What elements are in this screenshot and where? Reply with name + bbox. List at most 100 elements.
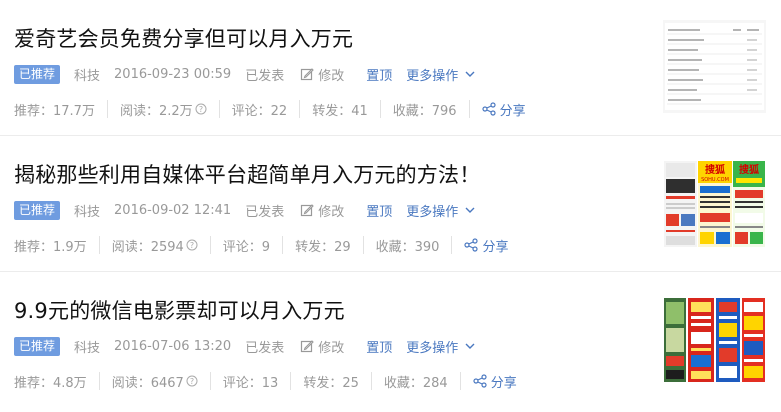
category-label: 科技 xyxy=(74,204,101,220)
article-thumbnail[interactable] xyxy=(663,20,766,113)
comment-count: 评论：13 xyxy=(222,375,279,391)
more-actions-dropdown[interactable]: 更多操作 xyxy=(406,65,475,84)
svg-text:?: ? xyxy=(190,241,194,250)
forward-count: 转发：25 xyxy=(303,375,359,391)
article-meta: 已推荐 科技 2016-07-06 13:20 已发表 修改 置顶 更多操作 xyxy=(14,336,489,356)
recommend-count: 推荐：1.9万 xyxy=(14,239,87,255)
article-stats: 推荐：1.9万 阅读：2594 ? 评论：9 转发：29 收藏：390 分享 xyxy=(14,234,508,256)
svg-text:?: ? xyxy=(199,105,203,114)
article-item: 揭秘那些利用自媒体平台超简单月入万元的方法！ 已推荐 科技 2016-09-02… xyxy=(0,136,781,272)
help-icon[interactable]: ? xyxy=(186,239,198,251)
chevron-down-icon xyxy=(465,71,475,77)
recommend-count: 推荐：17.7万 xyxy=(14,103,95,119)
article-list: 爱奇艺会员免费分享但可以月入万元 已推荐 科技 2016-09-23 00:59… xyxy=(0,0,781,408)
pin-button[interactable]: 置顶 xyxy=(366,337,392,356)
more-actions-label: 更多操作 xyxy=(406,68,459,84)
divider xyxy=(370,372,372,390)
divider xyxy=(98,372,100,390)
divider xyxy=(218,100,220,118)
share-button[interactable]: 分享 xyxy=(473,372,517,391)
sohu-logo-text: 搜狐 xyxy=(705,163,725,176)
share-label: 分享 xyxy=(482,239,509,255)
collect-count: 收藏：390 xyxy=(375,239,440,255)
more-actions-dropdown[interactable]: 更多操作 xyxy=(406,201,475,220)
more-actions-label: 更多操作 xyxy=(406,204,459,220)
read-count-wrap: 阅读：2.2万 ? xyxy=(120,100,207,119)
category-label: 科技 xyxy=(74,340,101,356)
sohu-logo-text: 搜狐 xyxy=(739,163,759,176)
article-title[interactable]: 9.9元的微信电影票却可以月入万元 xyxy=(14,295,345,325)
edit-icon xyxy=(301,68,314,81)
edit-button[interactable]: 修改 xyxy=(300,65,344,84)
chevron-down-icon xyxy=(465,207,475,213)
divider xyxy=(468,100,470,118)
recommended-badge: 已推荐 xyxy=(14,336,61,356)
read-count: 阅读：6467 xyxy=(111,375,184,391)
more-actions-dropdown[interactable]: 更多操作 xyxy=(406,337,475,356)
edit-button[interactable]: 修改 xyxy=(300,201,344,220)
edit-button[interactable]: 修改 xyxy=(300,337,344,356)
publish-status: 已发表 xyxy=(245,68,285,84)
share-button[interactable]: 分享 xyxy=(464,236,508,255)
share-button[interactable]: 分享 xyxy=(481,100,526,119)
publish-date: 2016-07-06 13:20 xyxy=(114,338,232,354)
recommended-badge: 已推荐 xyxy=(14,200,61,220)
forward-count: 转发：29 xyxy=(295,239,351,255)
divider xyxy=(282,236,284,254)
edit-label: 修改 xyxy=(318,68,345,84)
article-item: 9.9元的微信电影票却可以月入万元 已推荐 科技 2016-07-06 13:2… xyxy=(0,272,781,408)
article-stats: 推荐：17.7万 阅读：2.2万 ? 评论：22 转发：41 收藏：796 分享 xyxy=(14,98,526,120)
share-label: 分享 xyxy=(499,103,526,119)
help-icon[interactable]: ? xyxy=(186,375,198,387)
edit-label: 修改 xyxy=(318,204,345,220)
read-count-wrap: 阅读：2594 ? xyxy=(112,236,198,255)
publish-status: 已发表 xyxy=(245,340,285,356)
article-title[interactable]: 爱奇艺会员免费分享但可以月入万元 xyxy=(14,23,353,53)
article-item: 爱奇艺会员免费分享但可以月入万元 已推荐 科技 2016-09-23 00:59… xyxy=(0,0,781,136)
share-icon xyxy=(481,102,496,116)
divider xyxy=(379,100,381,118)
pin-button[interactable]: 置顶 xyxy=(366,201,392,220)
sohu-domain-text: SOHU.COM xyxy=(701,177,729,183)
collect-count: 收藏：796 xyxy=(392,103,457,119)
share-icon xyxy=(473,374,487,388)
article-meta: 已推荐 科技 2016-09-02 12:41 已发表 修改 置顶 更多操作 xyxy=(14,200,489,220)
edit-icon xyxy=(301,204,314,217)
divider xyxy=(290,372,292,390)
article-thumbnail[interactable]: 搜狐 SOHU.COM 搜狐 xyxy=(663,156,766,249)
article-title[interactable]: 揭秘那些利用自媒体平台超简单月入万元的方法！ xyxy=(14,159,480,189)
recommended-badge: 已推荐 xyxy=(14,64,61,84)
publish-date: 2016-09-02 12:41 xyxy=(114,202,232,218)
article-thumbnail[interactable] xyxy=(663,292,766,385)
comment-count: 评论：9 xyxy=(222,239,271,255)
read-count-wrap: 阅读：6467 ? xyxy=(112,372,198,391)
divider xyxy=(98,236,100,254)
category-label: 科技 xyxy=(74,68,101,84)
divider xyxy=(451,236,453,254)
chevron-down-icon xyxy=(465,343,475,349)
edit-label: 修改 xyxy=(318,340,345,356)
collect-count: 收藏：284 xyxy=(383,375,448,391)
article-meta: 已推荐 科技 2016-09-23 00:59 已发表 修改 置顶 更多操作 xyxy=(14,64,489,84)
publish-date: 2016-09-23 00:59 xyxy=(114,66,232,82)
read-count: 阅读：2.2万 xyxy=(119,103,193,119)
article-stats: 推荐：4.8万 阅读：6467 ? 评论：13 转发：25 收藏：284 分享 xyxy=(14,370,517,392)
read-count: 阅读：2594 xyxy=(111,239,184,255)
recommend-count: 推荐：4.8万 xyxy=(14,375,87,391)
divider xyxy=(459,372,461,390)
edit-icon xyxy=(301,340,314,353)
publish-status: 已发表 xyxy=(245,204,285,220)
svg-text:?: ? xyxy=(190,377,194,386)
divider xyxy=(299,100,301,118)
help-icon[interactable]: ? xyxy=(195,103,207,115)
forward-count: 转发：41 xyxy=(312,103,368,119)
comment-count: 评论：22 xyxy=(231,103,288,119)
more-actions-label: 更多操作 xyxy=(406,340,459,356)
divider xyxy=(106,100,108,118)
divider xyxy=(362,236,364,254)
share-label: 分享 xyxy=(490,375,517,391)
divider xyxy=(209,372,211,390)
pin-button[interactable]: 置顶 xyxy=(366,65,392,84)
share-icon xyxy=(464,238,479,252)
divider xyxy=(209,236,211,254)
